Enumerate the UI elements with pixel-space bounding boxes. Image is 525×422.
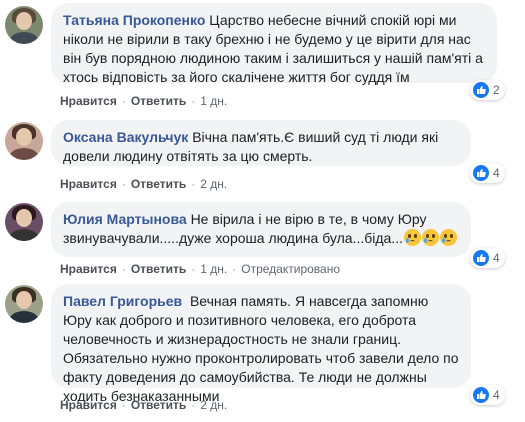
reply-link[interactable]: Ответить <box>131 94 186 108</box>
like-link[interactable]: Нравится <box>60 177 117 191</box>
crying-face-icon <box>439 229 457 246</box>
timestamp[interactable]: 1 дн. <box>200 94 227 108</box>
comment-bubble: Татьяна Прокопенко Царство небесне вічни… <box>51 3 497 85</box>
reaction-number: 4 <box>493 251 500 265</box>
timestamp[interactable]: 2 дн. <box>200 177 227 191</box>
like-icon <box>473 82 489 98</box>
comment-actions: Нравится · Ответить · 1 дн. <box>60 94 228 108</box>
timestamp[interactable]: 1 дн. <box>200 262 227 276</box>
avatar[interactable] <box>5 285 43 323</box>
comment-bubble: Юлия Мартынова Не вірила і не вірю в те,… <box>51 202 471 257</box>
avatar[interactable] <box>5 6 43 44</box>
timestamp[interactable]: 2 дн. <box>200 398 227 412</box>
comment-author[interactable]: Павел Григорьев <box>63 293 182 309</box>
reply-link[interactable]: Ответить <box>131 398 186 412</box>
reaction-count[interactable]: 4 <box>470 163 505 183</box>
reaction-number: 4 <box>493 388 500 402</box>
like-link[interactable]: Нравится <box>60 398 117 412</box>
comment-actions: Нравится · Ответить · 1 дн. · Отредактировано <box>60 262 341 276</box>
reply-link[interactable]: Ответить <box>131 262 186 276</box>
comment-bubble: Оксана Вакульчук Вічна пам'ять.Є виший с… <box>51 120 471 166</box>
comment-actions: Нравится · Ответить · 2 дн. <box>60 177 228 191</box>
like-icon <box>473 250 489 266</box>
avatar[interactable] <box>5 122 43 160</box>
like-icon <box>473 387 489 403</box>
reaction-count[interactable]: 2 <box>470 80 505 100</box>
reaction-number: 2 <box>493 83 500 97</box>
like-link[interactable]: Нравится <box>60 262 117 276</box>
crying-face-icon <box>403 229 421 246</box>
reaction-count[interactable]: 4 <box>470 248 505 268</box>
avatar[interactable] <box>5 203 43 241</box>
comment-text: Вечная память. Я навсегда запомню Юру ка… <box>63 293 459 404</box>
reaction-number: 4 <box>493 166 500 180</box>
reply-link[interactable]: Ответить <box>131 177 186 191</box>
comment-author[interactable]: Оксана Вакульчук <box>63 129 188 145</box>
comment-author[interactable]: Татьяна Прокопенко <box>63 12 205 28</box>
like-icon <box>473 165 489 181</box>
edited-label[interactable]: Отредактировано <box>241 262 340 276</box>
reaction-count[interactable]: 4 <box>470 385 505 405</box>
comment-bubble: Павел Григорьев Вечная память. Я навсегд… <box>51 284 471 404</box>
crying-face-icon <box>421 229 439 246</box>
like-link[interactable]: Нравится <box>60 94 117 108</box>
comment-actions: Нравится · Ответить · 2 дн. <box>60 398 228 412</box>
comment-author[interactable]: Юлия Мартынова <box>63 211 187 227</box>
